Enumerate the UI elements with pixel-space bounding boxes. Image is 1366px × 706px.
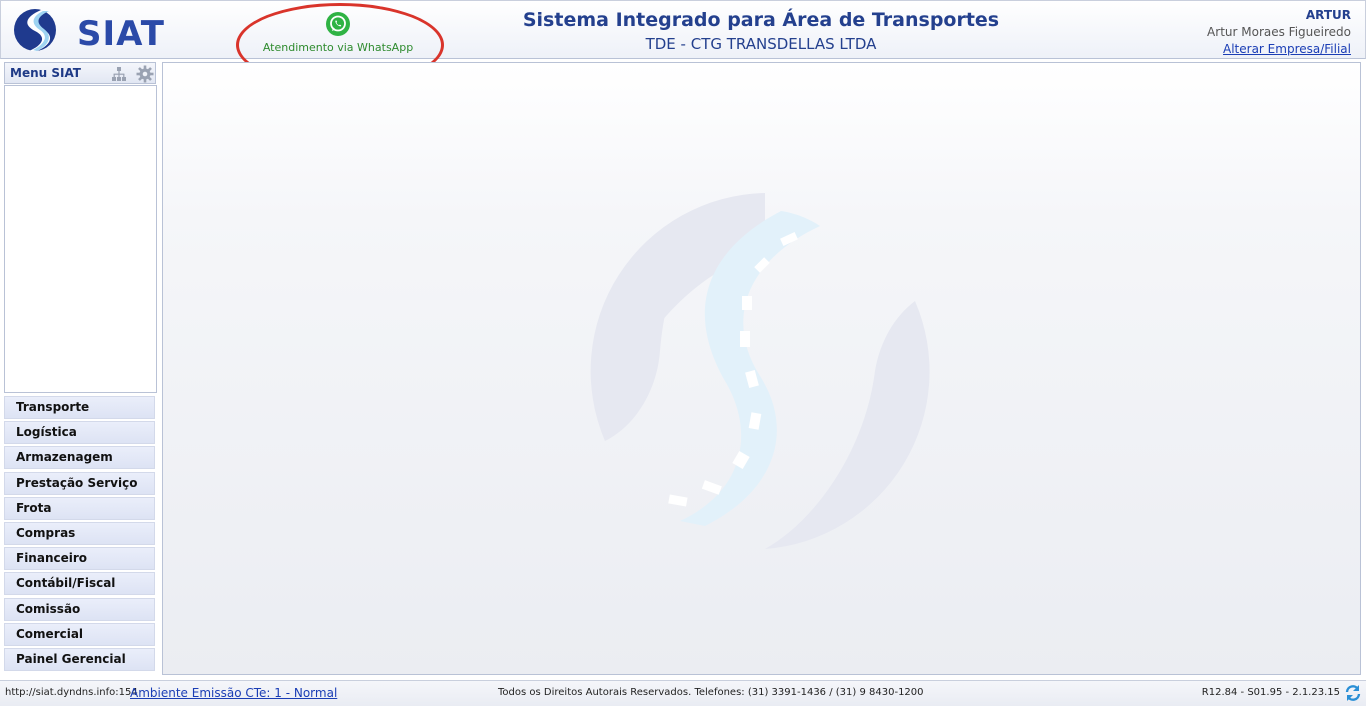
environment-link[interactable]: Ambiente Emissão CTe: 1 - Normal	[130, 686, 337, 700]
gear-icon[interactable]	[136, 65, 154, 83]
user-login: ARTUR	[1305, 8, 1351, 22]
change-company-link[interactable]: Alterar Empresa/Filial	[1207, 42, 1351, 56]
menu-item-transporte[interactable]: Transporte	[4, 396, 155, 419]
menu-title: Menu SIAT	[10, 66, 81, 80]
module-menu: Transporte Logística Armazenagem Prestaç…	[4, 396, 155, 673]
menu-item-financeiro[interactable]: Financeiro	[4, 547, 155, 571]
menu-item-comissao[interactable]: Comissão	[4, 597, 155, 621]
tree-icon[interactable]	[111, 66, 127, 82]
refresh-icon[interactable]	[1344, 684, 1362, 702]
menu-tree-panel[interactable]	[4, 85, 157, 393]
logo-text: SIAT	[77, 14, 166, 54]
menu-item-compras[interactable]: Compras	[4, 521, 155, 545]
siat-watermark-logo	[590, 193, 930, 549]
user-full-name: Artur Moraes Figueiredo	[1207, 25, 1351, 39]
siat-logo-icon	[14, 9, 56, 51]
app-title: Sistema Integrado para Área de Transport…	[522, 9, 1000, 31]
siat-logo: SIAT	[11, 7, 166, 54]
menu-item-contabil-fiscal[interactable]: Contábil/Fiscal	[4, 572, 155, 596]
user-info: ARTUR Artur Moraes Figueiredo Alterar Em…	[1207, 8, 1351, 56]
menu-item-painel-gerencial[interactable]: Painel Gerencial	[4, 647, 155, 671]
status-bar: http://siat.dyndns.info:154 Ambiente Emi…	[0, 680, 1366, 706]
menu-item-prestacao-servico[interactable]: Prestação Serviço	[4, 471, 155, 495]
main-content-area	[162, 62, 1361, 675]
copyright-text: Todos os Direitos Autorais Reservados. T…	[498, 687, 924, 698]
app-header: SIAT Atendimento via WhatsApp Sistema In…	[0, 0, 1366, 59]
menu-header: Menu SIAT	[4, 62, 156, 84]
menu-item-comercial[interactable]: Comercial	[4, 622, 155, 646]
company-name: TDE - CTG TRANSDELLAS LTDA	[645, 35, 877, 53]
menu-item-logistica[interactable]: Logística	[4, 421, 155, 445]
menu-item-frota[interactable]: Frota	[4, 496, 155, 520]
version-text: R12.84 - S01.95 - 2.1.23.15	[1201, 687, 1340, 698]
server-url: http://siat.dyndns.info:154	[5, 687, 138, 698]
menu-item-armazenagem[interactable]: Armazenagem	[4, 446, 155, 470]
